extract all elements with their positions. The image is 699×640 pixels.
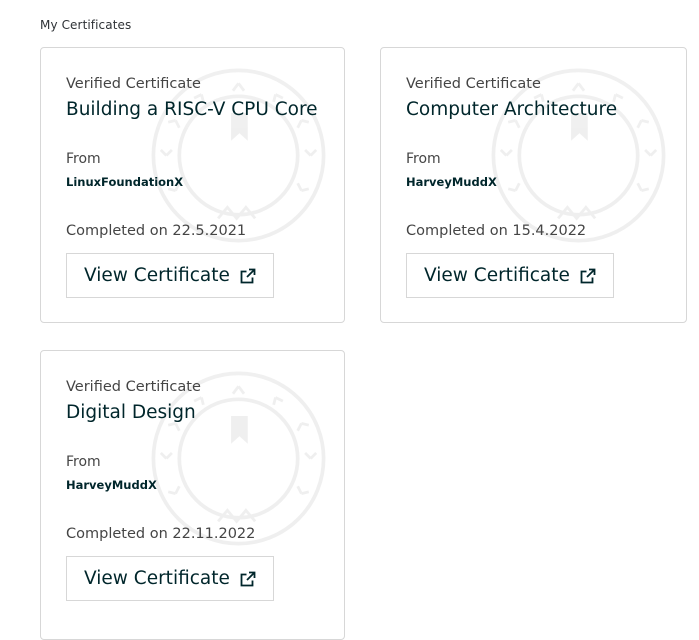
view-certificate-button[interactable]: View Certificate: [406, 253, 614, 298]
view-certificate-button[interactable]: View Certificate: [66, 556, 274, 601]
certificate-card: Verified Certificate Building a RISC-V C…: [40, 47, 345, 323]
external-link-icon: [580, 268, 596, 283]
course-title: Digital Design: [66, 402, 196, 423]
organization-name: LinuxFoundationX: [66, 175, 184, 189]
view-certificate-label: View Certificate: [84, 568, 230, 589]
certificate-type: Verified Certificate: [406, 76, 541, 92]
view-certificate-button[interactable]: View Certificate: [66, 253, 274, 298]
from-label: From: [66, 454, 101, 470]
certificate-card: Verified Certificate Computer Architectu…: [380, 47, 687, 323]
course-title: Building a RISC-V CPU Core: [66, 99, 318, 120]
view-certificate-label: View Certificate: [424, 265, 570, 286]
external-link-icon: [240, 268, 256, 283]
external-link-icon: [240, 571, 256, 586]
organization-name: HarveyMuddX: [66, 478, 157, 492]
from-label: From: [66, 151, 101, 167]
completion-date: Completed on 22.5.2021: [66, 223, 247, 239]
completion-date: Completed on 15.4.2022: [406, 223, 587, 239]
certificate-type: Verified Certificate: [66, 379, 201, 395]
view-certificate-label: View Certificate: [84, 265, 230, 286]
course-title: Computer Architecture: [406, 99, 618, 120]
organization-name: HarveyMuddX: [406, 175, 497, 189]
certificate-type: Verified Certificate: [66, 76, 201, 92]
completion-date: Completed on 22.11.2022: [66, 526, 256, 542]
from-label: From: [406, 151, 441, 167]
certificate-card: Verified Certificate Digital Design From…: [40, 350, 345, 640]
certificates-grid: Verified Certificate Building a RISC-V C…: [0, 0, 699, 640]
